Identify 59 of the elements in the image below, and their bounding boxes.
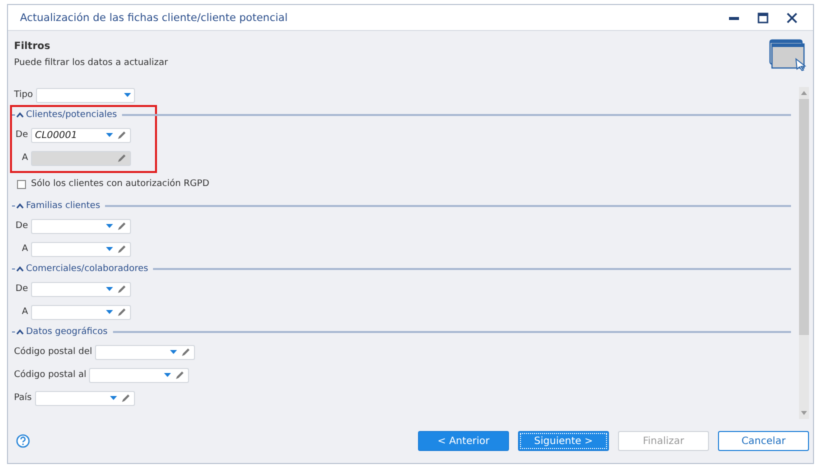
dropdown-arrow-icon[interactable] <box>164 373 172 377</box>
field-label: De <box>14 130 28 140</box>
dropdown-arrow-icon[interactable] <box>110 396 117 400</box>
field-label: A <box>20 307 28 317</box>
lookup-field[interactable] <box>31 282 131 296</box>
collapse-icon[interactable] <box>12 111 24 119</box>
collapse-icon[interactable] <box>12 328 24 336</box>
close-icon[interactable] <box>786 12 798 24</box>
lookup-field[interactable] <box>31 304 131 320</box>
wizard-button[interactable]: < Anterior <box>418 431 509 451</box>
field-label: De <box>14 221 28 231</box>
section-title[interactable]: Familias clientes <box>26 201 100 211</box>
window-cursor-icon <box>769 39 807 71</box>
section-title[interactable]: Comerciales/colaboradores <box>26 264 148 274</box>
scrollbar[interactable] <box>799 87 809 419</box>
pencil-icon[interactable] <box>175 370 186 380</box>
dropdown-arrow-icon[interactable] <box>106 133 113 137</box>
scroll-down-icon[interactable] <box>801 411 807 415</box>
help-icon[interactable] <box>16 434 30 448</box>
pencil-icon[interactable] <box>120 393 131 403</box>
field-label: De <box>14 284 28 294</box>
window-title: Actualización de las fichas cliente/cliente potencial <box>20 12 288 24</box>
field-label: Código postal al <box>14 370 86 380</box>
scroll-up-icon[interactable] <box>801 91 807 95</box>
dropdown-arrow-icon[interactable] <box>106 247 113 251</box>
checkbox[interactable] <box>17 180 26 188</box>
pencil-icon[interactable] <box>117 221 127 231</box>
wizard-button[interactable]: Siguiente > <box>518 431 609 451</box>
pencil-icon[interactable] <box>117 130 127 140</box>
dropdown-arrow-icon[interactable] <box>170 350 178 354</box>
lookup-field[interactable] <box>95 344 196 360</box>
lookup-field[interactable] <box>31 242 131 256</box>
checkbox-label: Sólo los clientes con autorización RGPD <box>31 179 210 189</box>
lookup-field[interactable]: CL00001 <box>31 128 131 142</box>
field-label: A <box>20 244 28 254</box>
dropdown-arrow-icon[interactable] <box>124 93 131 97</box>
section-title[interactable]: Clientes/potenciales <box>26 110 117 120</box>
field-label: A <box>20 153 28 163</box>
collapse-icon[interactable] <box>12 202 24 210</box>
page-title: Filtros <box>14 41 52 52</box>
lookup-field[interactable] <box>34 390 135 406</box>
dropdown-arrow-icon[interactable] <box>106 287 113 291</box>
lookup-field[interactable] <box>89 368 190 382</box>
pencil-icon[interactable] <box>181 347 192 357</box>
collapse-icon[interactable] <box>12 265 24 273</box>
field-label: País <box>14 393 32 403</box>
pencil-icon[interactable] <box>117 307 127 317</box>
dropdown-arrow-icon[interactable] <box>106 224 113 228</box>
pencil-icon[interactable] <box>117 244 127 254</box>
page-subtitle: Puede filtrar los datos a actualizar <box>14 58 168 68</box>
lookup-field[interactable] <box>31 218 131 234</box>
dropdown-arrow-icon[interactable] <box>106 310 113 314</box>
field-label: Código postal del <box>14 347 92 357</box>
wizard-button[interactable]: Cancelar <box>718 431 809 451</box>
field-label: Tipo <box>14 90 33 100</box>
dropdown-field[interactable] <box>36 88 135 102</box>
section-title[interactable]: Datos geográficos <box>26 327 108 337</box>
pencil-icon[interactable] <box>117 284 127 294</box>
maximize-icon[interactable] <box>757 12 769 24</box>
